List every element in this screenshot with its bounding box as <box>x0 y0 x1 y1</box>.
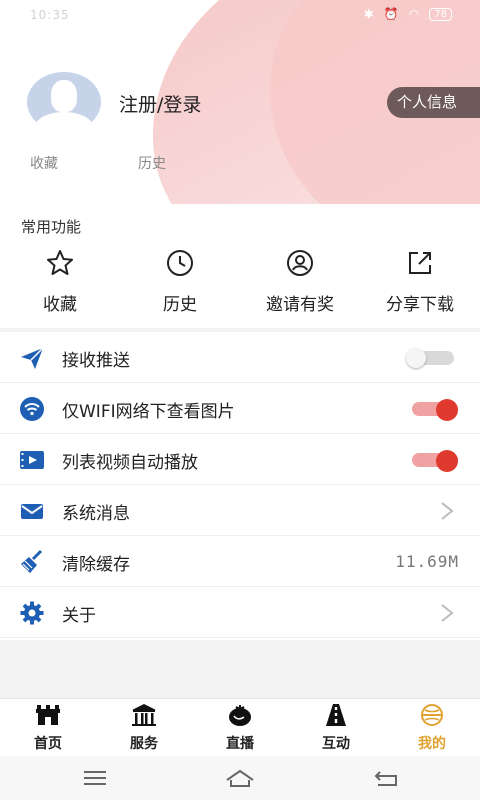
func-label: 历史 <box>163 295 197 315</box>
common-functions-title: 常用功能 <box>21 218 82 236</box>
setting-label: 关于 <box>62 606 96 626</box>
tab-live[interactable]: 直播 <box>192 703 288 755</box>
login-link[interactable]: 注册/登录 <box>119 90 201 117</box>
bluetooth-icon: ✱ <box>363 7 374 21</box>
common-functions-panel: 常用功能 收藏 历史 邀请有奖 分享下载 <box>0 204 480 328</box>
cache-size: 11.69M <box>395 552 459 571</box>
toggle-knob <box>436 450 458 472</box>
menu-icon[interactable] <box>80 768 110 788</box>
func-favorites[interactable]: 收藏 <box>0 248 120 320</box>
home-icon <box>36 705 60 725</box>
header-history-link[interactable]: 历史 <box>138 153 166 173</box>
push-toggle[interactable] <box>406 348 454 368</box>
func-history[interactable]: 历史 <box>120 248 240 320</box>
wifi-icon <box>20 397 44 421</box>
status-icons: ✱ ⏰ ◠ 78 <box>364 7 452 21</box>
settings-list: 接收推送 仅WIFI网络下查看图片 列表视频自动播放 系统消息 清除缓存 11.… <box>0 332 480 640</box>
tab-mine[interactable]: 我的 <box>384 703 480 755</box>
setting-label: 系统消息 <box>62 504 130 524</box>
setting-about[interactable]: 关于 <box>0 587 480 638</box>
mail-icon <box>21 504 43 519</box>
tab-service[interactable]: 服务 <box>96 703 192 755</box>
person-icon <box>287 250 313 276</box>
setting-label: 列表视频自动播放 <box>62 453 198 473</box>
tab-interact[interactable]: 互动 <box>288 703 384 755</box>
func-label: 收藏 <box>43 295 77 315</box>
tab-label: 互动 <box>322 736 350 752</box>
func-label: 邀请有奖 <box>266 295 334 315</box>
service-icon <box>132 704 156 726</box>
setting-label: 接收推送 <box>62 351 130 371</box>
chevron-right-icon <box>441 604 454 622</box>
system-nav-bar <box>0 756 480 800</box>
func-invite[interactable]: 邀请有奖 <box>240 248 360 320</box>
broom-icon <box>21 549 43 573</box>
battery-indicator: 78 <box>429 7 452 21</box>
profile-info-button[interactable]: 个人信息 <box>387 87 480 118</box>
func-label: 分享下载 <box>386 295 454 315</box>
bottom-tab-bar: 首页 服务 直播 互动 我的 <box>0 698 480 756</box>
setting-label: 仅WIFI网络下查看图片 <box>62 402 235 422</box>
setting-label: 清除缓存 <box>62 555 130 575</box>
profile-header: 10:35 ✱ ⏰ ◠ 78 注册/登录 个人信息 收藏 历史 <box>0 0 480 204</box>
alarm-icon: ⏰ <box>383 7 399 21</box>
header-favorites-link[interactable]: 收藏 <box>30 153 58 173</box>
share-icon <box>409 252 431 274</box>
setting-push-notifications[interactable]: 接收推送 <box>0 332 480 383</box>
chevron-right-icon <box>441 502 454 520</box>
setting-system-messages[interactable]: 系统消息 <box>0 485 480 536</box>
tab-label: 服务 <box>130 736 158 752</box>
tab-label: 首页 <box>34 736 62 752</box>
func-share[interactable]: 分享下载 <box>360 248 480 320</box>
status-time: 10:35 <box>30 8 70 22</box>
avatar[interactable] <box>27 72 101 132</box>
toggle-knob <box>436 399 458 421</box>
tab-home[interactable]: 首页 <box>0 703 96 755</box>
avatar-head <box>51 80 77 112</box>
star-icon <box>47 250 73 275</box>
setting-clear-cache[interactable]: 清除缓存 11.69M <box>0 536 480 587</box>
wifi-images-toggle[interactable] <box>412 399 458 421</box>
tab-label: 我的 <box>418 736 446 752</box>
send-icon <box>21 347 44 369</box>
mine-icon <box>421 704 443 726</box>
avatar-body <box>35 112 93 132</box>
clock-icon <box>167 250 193 276</box>
video-icon <box>20 451 44 469</box>
back-icon[interactable] <box>372 768 402 788</box>
interact-icon <box>326 704 346 726</box>
wifi-status-icon: ◠ <box>408 7 420 21</box>
autoplay-toggle[interactable] <box>412 450 458 472</box>
tab-label: 直播 <box>226 736 254 752</box>
toggle-knob <box>406 348 426 368</box>
live-icon <box>229 705 251 726</box>
status-bar: 10:35 ✱ ⏰ ◠ 78 <box>0 0 480 32</box>
home-nav-icon[interactable] <box>225 768 255 788</box>
gear-icon <box>20 601 44 625</box>
setting-autoplay-video[interactable]: 列表视频自动播放 <box>0 434 480 485</box>
setting-wifi-images[interactable]: 仅WIFI网络下查看图片 <box>0 383 480 434</box>
